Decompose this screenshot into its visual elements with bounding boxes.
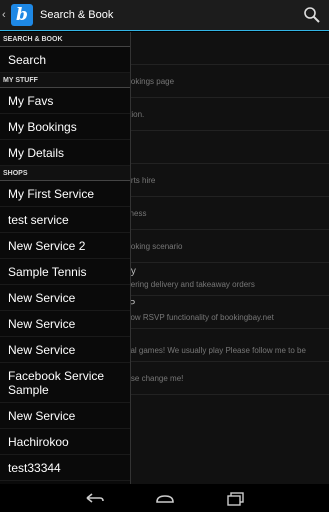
service-description: show RSVP functionality of bookingbay.ne…: [122, 313, 274, 322]
drawer-item[interactable]: New Service: [0, 311, 130, 337]
system-nav-bar: [0, 484, 329, 512]
drawer-item[interactable]: Hachirokoo: [0, 429, 130, 455]
service-description: sual games! We usually play Please follo…: [122, 346, 306, 355]
drawer-item[interactable]: New Service: [0, 403, 130, 429]
drawer-item[interactable]: My First Service: [0, 181, 130, 207]
drawer-item[interactable]: My Favs: [0, 88, 130, 114]
app-logo[interactable]: b: [11, 4, 33, 26]
drawer-item[interactable]: Sample Tennis: [0, 259, 130, 285]
drawer-item[interactable]: My Bookings: [0, 114, 130, 140]
drawer-section-header: MY STUFF: [0, 73, 130, 88]
navigation-drawer: SEARCH & BOOK Search MY STUFF My Favs My Boo…: [0, 32, 131, 484]
drawer-section-header: SEARCH & BOOK: [0, 32, 130, 47]
up-indicator-icon[interactable]: ‹: [2, 9, 10, 21]
drawer-item[interactable]: New Service 2: [0, 233, 130, 259]
action-bar: ‹ b Search & Book: [0, 0, 329, 31]
drawer-item[interactable]: test33344: [0, 455, 130, 481]
page-title: Search & Book: [40, 9, 114, 21]
back-icon[interactable]: [84, 490, 106, 506]
service-description: ease change me!: [122, 374, 184, 383]
drawer-section-header: SHOPS: [0, 166, 130, 181]
service-description: booking scenario: [122, 242, 183, 251]
drawer-item[interactable]: My Details: [0, 140, 130, 166]
search-icon[interactable]: [303, 6, 321, 24]
drawer-item[interactable]: Facebook Service Sample: [0, 363, 130, 403]
recent-apps-icon[interactable]: [225, 490, 247, 506]
drawer-item[interactable]: test service: [0, 207, 130, 233]
service-description: offering delivery and takeaway orders: [122, 280, 255, 289]
drawer-item[interactable]: New Service: [0, 285, 130, 311]
drawer-item[interactable]: New Service: [0, 337, 130, 363]
home-icon[interactable]: [154, 490, 176, 506]
drawer-item[interactable]: Search: [0, 47, 130, 73]
